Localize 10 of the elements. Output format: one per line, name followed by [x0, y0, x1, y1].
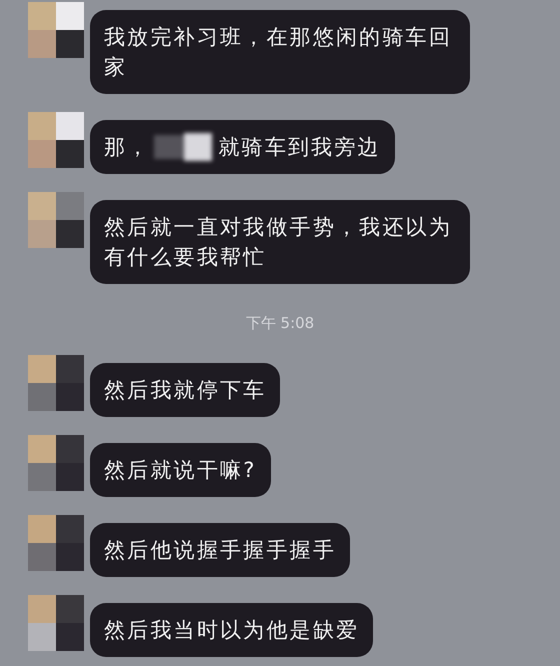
message-bubble: 然后就一直对我做手势，我还以为有什么要我帮忙 [90, 200, 470, 284]
message-bubble: 然后就说干嘛? [90, 443, 271, 497]
redaction-drawing [154, 133, 214, 161]
timestamp: 下午 5:08 [246, 313, 314, 334]
message-bubble: 然后他说握手握手握手 [90, 523, 350, 577]
message-bubble: 然后我就停下车 [90, 363, 280, 417]
message-bubble: 然后我当时以为他是缺爱 [90, 603, 374, 657]
message-bubble: 我放完补习班，在那悠闲的骑车回家 [90, 10, 470, 94]
message-text: 那， [104, 134, 150, 161]
message-text: 就骑车到我旁边 [218, 134, 381, 161]
